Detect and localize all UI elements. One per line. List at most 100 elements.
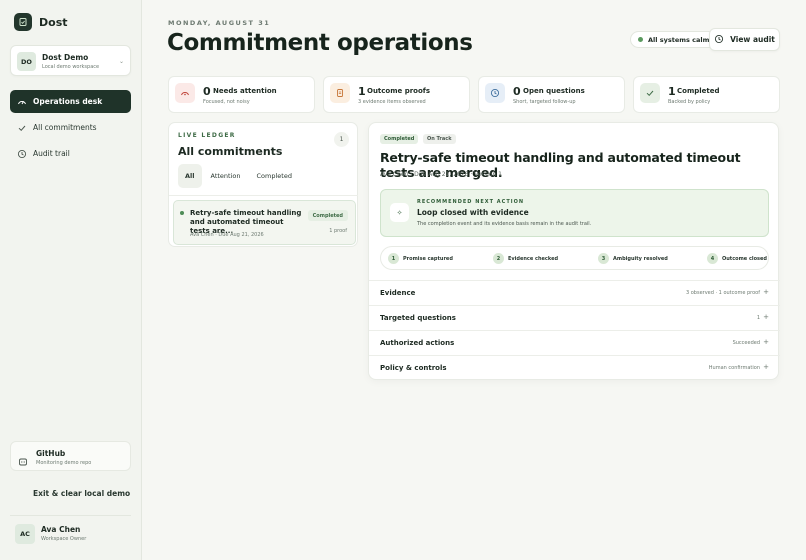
- stat-card-outcome-proofs[interactable]: 1 Outcome proofs 3 evidence items observ…: [323, 76, 470, 113]
- stat-label: Needs attention: [213, 87, 277, 95]
- status-dot-icon: [638, 37, 643, 42]
- brand-name: Dost: [39, 15, 68, 29]
- step-label: Ambiguity resolved: [613, 255, 668, 262]
- tab-all[interactable]: All: [178, 164, 202, 188]
- step-number: 3: [598, 253, 609, 264]
- stat-card-open-questions[interactable]: 0 Open questions Short, targeted follow-…: [478, 76, 625, 113]
- page-title: Commitment operations: [167, 30, 473, 56]
- check-icon: [17, 123, 27, 133]
- step-promise-captured: 1 Promise captured: [388, 253, 453, 264]
- nav-item-audit-trail[interactable]: Audit trail: [10, 142, 131, 165]
- section-label: Targeted questions: [380, 314, 456, 322]
- progress-steps: 1 Promise captured 2 Evidence checked 3 …: [380, 246, 769, 270]
- stat-subtitle: Backed by policy: [668, 99, 711, 105]
- step-label: Evidence checked: [508, 255, 559, 262]
- nav-label: Audit trail: [33, 149, 70, 158]
- ledger-kicker: LIVE LEDGER: [178, 132, 236, 139]
- expand-icon[interactable]: +: [763, 288, 769, 296]
- user-role: Workspace Owner: [41, 536, 87, 542]
- step-number: 2: [493, 253, 504, 264]
- document-icon: [330, 83, 350, 103]
- stat-card-needs-attention[interactable]: 0 Needs attention Focused, not noisy: [168, 76, 315, 113]
- github-title: GitHub: [36, 449, 66, 458]
- status-text: All systems calm: [648, 35, 710, 44]
- recommended-subtitle: The completion event and its evidence ba…: [417, 221, 592, 227]
- live-ledger-panel: LIVE LEDGER 1 All commitments All Attent…: [168, 122, 358, 247]
- status-dot-icon: [180, 211, 184, 215]
- workspace-switcher[interactable]: DO Dost Demo Local demo workspace ⌄: [10, 45, 131, 76]
- view-audit-button[interactable]: View audit: [709, 28, 780, 51]
- history-icon: [485, 83, 505, 103]
- github-icon: [18, 452, 28, 471]
- recommended-action-card: ✧ RECOMMENDED NEXT ACTION Loop closed wi…: [380, 189, 769, 237]
- section-meta: 1: [756, 315, 760, 321]
- sidebar: Dost DO Dost Demo Local demo workspace ⌄…: [0, 0, 142, 560]
- section-meta: Succeeded: [732, 340, 760, 346]
- stat-number: 1: [668, 85, 676, 98]
- gauge-icon: [17, 97, 27, 107]
- list-item[interactable]: Retry-safe timeout handling and automate…: [173, 200, 356, 245]
- avatar[interactable]: AC: [15, 524, 35, 544]
- chevron-down-icon: ⌄: [118, 58, 124, 65]
- section-meta: Human confirmation: [708, 365, 760, 371]
- expand-icon[interactable]: +: [763, 363, 769, 371]
- section-label: Policy & controls: [380, 364, 447, 372]
- recommended-title: Loop closed with evidence: [417, 208, 529, 217]
- sparkle-icon: ✧: [390, 203, 409, 222]
- commitment-detail-panel: Completed On Track Retry-safe timeout ha…: [368, 122, 780, 380]
- stat-subtitle: Focused, not noisy: [203, 99, 250, 105]
- step-number: 1: [388, 253, 399, 264]
- view-audit-label: View audit: [730, 35, 775, 44]
- nav-item-operations-desk[interactable]: Operations desk: [10, 90, 131, 113]
- tab-completed[interactable]: Completed: [250, 164, 299, 188]
- workspace-name: Dost Demo: [42, 53, 89, 62]
- tab-attention[interactable]: Attention: [204, 164, 248, 188]
- github-integration-card[interactable]: GitHub Monitoring demo repo: [10, 441, 131, 471]
- stat-label: Open questions: [523, 87, 585, 95]
- status-badge: Completed: [380, 134, 419, 144]
- date-label: MONDAY, AUGUST 31: [168, 19, 271, 27]
- nav-item-all-commitments[interactable]: All commitments: [10, 116, 131, 139]
- section-label: Evidence: [380, 289, 416, 297]
- proof-count: 1 proof: [329, 228, 347, 234]
- filter-tabs: All Attention Completed: [178, 164, 299, 188]
- dost-logo-icon: [14, 13, 32, 31]
- step-ambiguity-resolved: 3 Ambiguity resolved: [598, 253, 668, 264]
- track-badge: On Track: [423, 134, 456, 144]
- divider: [169, 195, 358, 196]
- section-meta: 3 observed · 1 outcome proof: [685, 290, 760, 296]
- brand[interactable]: Dost: [14, 13, 68, 31]
- history-icon: [714, 34, 724, 46]
- status-badge: All systems calm: [630, 31, 718, 48]
- recommended-kicker: RECOMMENDED NEXT ACTION: [417, 199, 525, 205]
- history-icon: [17, 149, 27, 159]
- github-subtitle: Monitoring demo repo: [36, 460, 92, 466]
- expand-icon[interactable]: +: [763, 313, 769, 321]
- stat-label: Completed: [677, 87, 720, 95]
- nav-label: Operations desk: [33, 97, 103, 106]
- ledger-title: All commitments: [178, 145, 283, 158]
- commitment-meta: Ava Chen · Due Aug 21, 2026: [190, 232, 264, 238]
- section-authorized-actions[interactable]: Authorized actions Succeeded +: [369, 330, 780, 355]
- commitment-meta: Ava Chen · Due Aug 21, 2026 · Version 1: [380, 171, 502, 178]
- exit-demo-link[interactable]: Exit & clear local demo: [33, 489, 130, 498]
- section-policy-controls[interactable]: Policy & controls Human confirmation +: [369, 355, 780, 380]
- step-label: Promise captured: [403, 255, 453, 262]
- check-icon: [640, 83, 660, 103]
- stat-number: 0: [513, 85, 521, 98]
- step-outcome-closed: 4 Outcome closed: [707, 253, 767, 264]
- step-number: 4: [707, 253, 718, 264]
- stat-number: 0: [203, 85, 211, 98]
- alert-icon: [175, 83, 195, 103]
- section-evidence[interactable]: Evidence 3 observed · 1 outcome proof +: [369, 280, 780, 305]
- status-badge: Completed: [307, 210, 348, 221]
- divider: [10, 515, 131, 516]
- stat-number: 1: [358, 85, 366, 98]
- section-targeted-questions[interactable]: Targeted questions 1 +: [369, 305, 780, 330]
- section-label: Authorized actions: [380, 339, 455, 347]
- step-evidence-checked: 2 Evidence checked: [493, 253, 558, 264]
- stat-label: Outcome proofs: [367, 87, 431, 95]
- step-label: Outcome closed: [722, 255, 767, 262]
- stat-card-completed[interactable]: 1 Completed Backed by policy: [633, 76, 780, 113]
- expand-icon[interactable]: +: [763, 338, 769, 346]
